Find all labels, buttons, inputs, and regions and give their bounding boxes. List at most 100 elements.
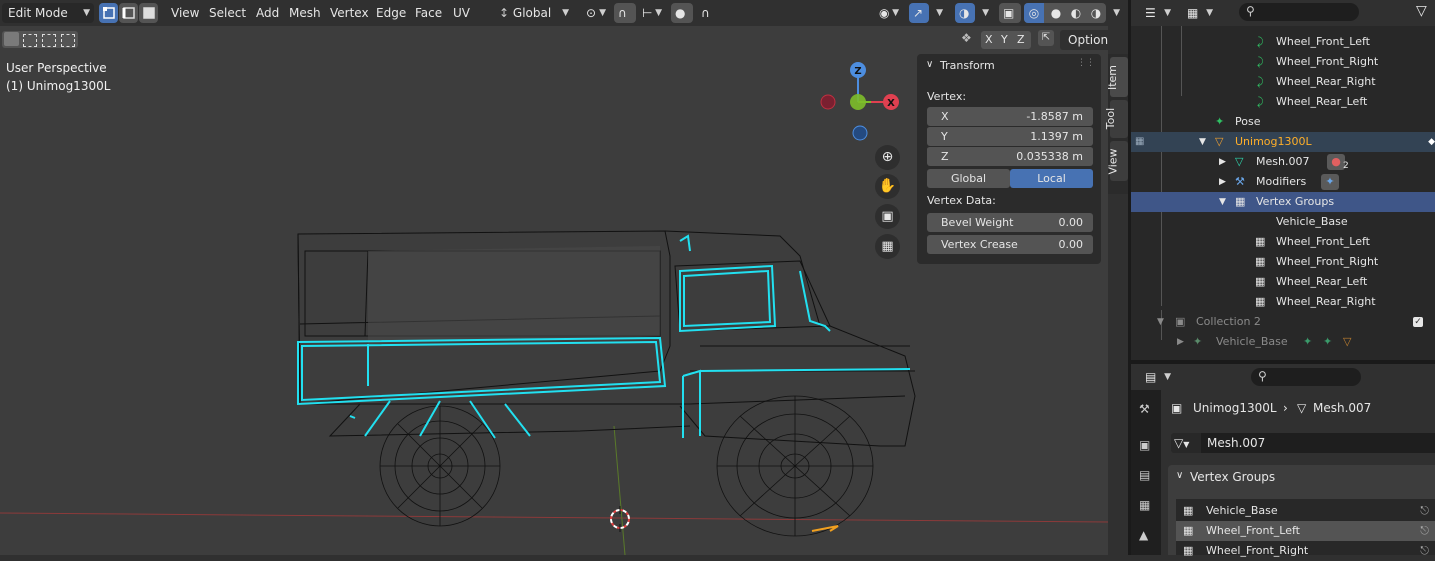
rendered-shading-button[interactable]: ◑ — [1086, 3, 1106, 23]
chevron-down-icon[interactable]: ▼ — [1199, 132, 1206, 152]
properties-search-input[interactable]: ⚲ — [1251, 368, 1361, 386]
chevron-down-icon: ▼ — [599, 8, 606, 18]
wireframe-shading-button[interactable]: ◎ — [1024, 3, 1044, 23]
pan-hand-icon[interactable]: ✋ — [875, 174, 900, 199]
vertex-x-field[interactable]: X -1.8587 m — [927, 107, 1093, 126]
menu-edge[interactable]: Edge — [376, 4, 406, 22]
tab-item[interactable]: Item — [1106, 57, 1128, 97]
tab-view[interactable]: View — [1107, 141, 1128, 181]
navigation-gizmo[interactable]: Z X — [815, 60, 907, 142]
mesh-name-field[interactable]: Mesh.007 — [1201, 433, 1435, 453]
render-icon[interactable]: ▣ — [1139, 438, 1150, 452]
y-value: 1.1397 m — [1030, 130, 1083, 143]
chevron-down-icon[interactable]: ∨ — [926, 59, 933, 70]
snap-toggle[interactable]: ∩ — [614, 3, 636, 23]
outliner-row[interactable]: ⤸ Wheel_Rear_Left — [1131, 92, 1435, 112]
proportional-edit-toggle[interactable]: ● — [671, 3, 693, 23]
shading-dropdown[interactable]: ▼ — [1106, 3, 1124, 23]
menu-mesh[interactable]: Mesh — [289, 4, 321, 22]
chevron-down-icon[interactable]: ▼ — [1219, 192, 1226, 212]
outliner-row[interactable]: ▦ Wheel_Rear_Left — [1131, 272, 1435, 292]
material-shading-button[interactable]: ◐ — [1066, 3, 1086, 23]
camera-icon[interactable]: ▣ — [875, 204, 900, 229]
overlays-toggle[interactable]: ◑ — [955, 3, 975, 23]
gizmo-dropdown[interactable]: ▼ — [929, 3, 947, 23]
solid-shading-button[interactable]: ● — [1046, 3, 1066, 23]
chevron-down-icon[interactable]: ▼ — [1157, 312, 1164, 332]
list-item[interactable]: ▦ Wheel_Front_Right ⎋ — [1176, 541, 1435, 561]
list-item[interactable]: ▦ Vehicle_Base ⎋ — [1176, 501, 1435, 521]
outliner-row-selected[interactable]: ▼ ▦ Vertex Groups — [1131, 192, 1435, 212]
outliner-row[interactable]: ▶ ▽ Mesh.007 ● 2 — [1131, 152, 1435, 172]
outliner-row[interactable]: ▦ Wheel_Rear_Right — [1131, 292, 1435, 312]
output-icon[interactable]: ▤ — [1139, 468, 1150, 482]
editor-type-dropdown[interactable]: ☰ ▼ — [1139, 3, 1175, 23]
outliner-row[interactable]: ▦ Wheel_Front_Left — [1131, 232, 1435, 252]
vertex-crease-field[interactable]: Vertex Crease 0.00 — [927, 235, 1093, 254]
outliner-search-input[interactable]: ⚲ — [1239, 3, 1359, 21]
gizmo-toggle[interactable]: ↗ — [909, 3, 929, 23]
vertex-label: Vertex: — [927, 90, 967, 103]
menu-vertex[interactable]: Vertex — [330, 4, 369, 22]
vertex-y-field[interactable]: Y 1.1397 m — [927, 126, 1093, 146]
perspective-grid-icon[interactable]: ▦ — [875, 234, 900, 259]
editor-type-dropdown[interactable]: ▤ ▼ — [1139, 367, 1175, 387]
vertex-select-button[interactable] — [99, 3, 118, 23]
snap-target-dropdown[interactable]: ⊢ ▼ — [636, 3, 666, 23]
zoom-icon[interactable]: ⊕ — [875, 145, 900, 170]
tab-tool[interactable]: Tool — [1104, 100, 1128, 138]
outliner-row[interactable]: ▶ ⚒ Modifiers ✦ — [1131, 172, 1435, 192]
face-select-button[interactable] — [139, 3, 158, 23]
outliner-row[interactable]: ⤸ Wheel_Rear_Right — [1131, 72, 1435, 92]
properties-panel: ▣ Unimog1300L › ▽ Mesh.007 ▽▼ Mesh.007 ∨… — [1161, 390, 1435, 557]
menu-view[interactable]: View — [171, 4, 199, 22]
chevron-down-icon: ▼ — [1206, 8, 1213, 18]
view-layer-icon[interactable]: ▦ — [1139, 498, 1150, 512]
drag-handle-icon[interactable]: ⋮⋮ — [1077, 58, 1095, 68]
outliner-row[interactable]: ▶ ✦ Vehicle_Base ✦ ✦ ▽ — [1131, 332, 1435, 352]
vertex-groups-title[interactable]: Vertex Groups — [1190, 470, 1275, 484]
properties-icon: ▤ — [1145, 370, 1157, 384]
chevron-right-icon[interactable]: ▶ — [1219, 172, 1226, 192]
display-mode-dropdown[interactable]: ▦ ▼ — [1181, 3, 1217, 23]
overlays-dropdown[interactable]: ▼ — [975, 3, 993, 23]
outliner-row[interactable]: Vehicle_Base — [1131, 212, 1435, 232]
transform-orientation-dropdown[interactable]: ↕ Global ▼ — [493, 3, 573, 23]
lock-icon[interactable]: ⎋ — [1420, 501, 1429, 521]
menu-select[interactable]: Select — [209, 4, 246, 22]
outliner-row[interactable]: ▦ Wheel_Front_Right — [1131, 252, 1435, 272]
collection-checkbox[interactable]: ✓ — [1413, 317, 1423, 327]
transform-panel-title[interactable]: Transform — [940, 59, 995, 72]
menu-add[interactable]: Add — [256, 4, 279, 22]
list-item-active[interactable]: ▦ Wheel_Front_Left ⎋ — [1176, 521, 1435, 541]
falloff-dropdown[interactable]: ∩ — [695, 3, 723, 23]
edge-select-button[interactable] — [119, 3, 138, 23]
menu-uv[interactable]: UV — [453, 4, 470, 22]
mesh-browse-button[interactable]: ▽▼ — [1171, 433, 1201, 453]
visibility-dropdown[interactable]: ◉ ▼ — [873, 3, 903, 23]
search-icon: ⚲ — [1246, 4, 1255, 18]
chevron-down-icon[interactable]: ∨ — [1176, 470, 1183, 481]
scene-icon[interactable]: ▲ — [1139, 528, 1148, 542]
outliner-row[interactable]: ⤸ Wheel_Front_Right — [1131, 52, 1435, 72]
vertex-z-field[interactable]: Z 0.035338 m — [927, 146, 1093, 166]
chevron-right-icon[interactable]: ▶ — [1219, 152, 1226, 172]
bevel-weight-field[interactable]: Bevel Weight 0.00 — [927, 213, 1093, 232]
gizmo-icon: ↗ — [913, 6, 924, 20]
lock-icon[interactable]: ⎋ — [1420, 521, 1429, 541]
outliner-row[interactable]: ▼ ▣ Collection 2 ✓ — [1131, 312, 1435, 332]
outliner-row[interactable]: ✦ Pose — [1131, 112, 1435, 132]
menu-face[interactable]: Face — [415, 4, 442, 22]
armature-modifier-icon[interactable]: ✦ — [1321, 174, 1339, 190]
mode-dropdown[interactable]: Edit Mode ▼ — [2, 3, 94, 23]
chevron-right-icon[interactable]: ▶ — [1177, 332, 1184, 352]
local-toggle[interactable]: Local — [1010, 169, 1093, 188]
global-toggle[interactable]: Global — [927, 169, 1010, 188]
outliner-row-active[interactable]: ▦ ▼ ▽ Unimog1300L ◆ — [1131, 132, 1435, 152]
outliner-row[interactable]: ⤸ Wheel_Front_Left — [1131, 32, 1435, 52]
filter-icon[interactable]: ▽ — [1416, 3, 1427, 19]
xray-toggle[interactable]: ▣ — [999, 3, 1021, 23]
tool-icon[interactable]: ⚒ — [1139, 402, 1150, 416]
lock-icon[interactable]: ⎋ — [1420, 541, 1429, 561]
pivot-point-dropdown[interactable]: ⊙ ▼ — [580, 3, 610, 23]
